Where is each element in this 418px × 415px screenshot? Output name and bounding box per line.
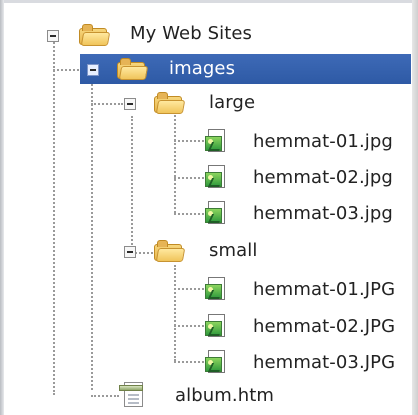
tree-label: images [169, 58, 236, 79]
tree-row-album-htm[interactable]: album.htm [116, 379, 296, 415]
tree-branch-album [91, 395, 119, 397]
image-file-icon [205, 277, 227, 302]
tree-row-large-file-1[interactable]: hemmat-01.jpg [200, 124, 405, 160]
html-file-icon [119, 381, 145, 409]
tree-row-small-file-1[interactable]: hemmat-01.JPG [200, 272, 410, 308]
tree-label: small [209, 240, 258, 261]
tree-label: hemmat-02.JPG [253, 316, 396, 337]
top-border [0, 0, 418, 3]
tree-row-images-selected[interactable]: images [80, 54, 411, 84]
folder-icon [154, 239, 186, 263]
collapse-images-toggle[interactable] [87, 64, 99, 76]
tree-label: album.htm [175, 385, 275, 406]
image-file-icon [205, 165, 227, 190]
image-file-icon [205, 350, 227, 375]
folder-icon [117, 57, 149, 81]
tree-label: hemmat-01.JPG [253, 279, 396, 300]
tree-label: My Web Sites [130, 23, 253, 44]
tree-line-large-files [174, 115, 176, 213]
folder-icon [79, 23, 111, 47]
tree-row-small-file-3[interactable]: hemmat-03.JPG [200, 345, 410, 381]
tree-label: large [209, 92, 256, 113]
file-tree: My Web Sites images large hemmat-01.jpg … [0, 0, 418, 415]
tree-row-small-file-2[interactable]: hemmat-02.JPG [200, 309, 410, 345]
left-border [0, 0, 4, 415]
tree-row-large-file-2[interactable]: hemmat-02.jpg [200, 160, 405, 196]
image-file-icon [205, 314, 227, 339]
collapse-my-web-sites-toggle[interactable] [47, 30, 59, 42]
tree-line-images-children [131, 116, 133, 252]
right-border [412, 0, 418, 415]
tree-label: hemmat-02.jpg [253, 167, 393, 188]
tree-line-small-files [174, 265, 176, 361]
collapse-small-toggle[interactable] [124, 246, 136, 258]
tree-label: hemmat-03.jpg [253, 203, 393, 224]
image-file-icon [205, 129, 227, 154]
tree-row-small[interactable]: small [118, 236, 298, 272]
tree-row-large-file-3[interactable]: hemmat-03.jpg [200, 196, 405, 232]
tree-line-images [91, 72, 93, 390]
tree-branch-images [53, 69, 83, 71]
tree-label: hemmat-01.jpg [253, 131, 393, 152]
collapse-large-toggle[interactable] [124, 98, 136, 110]
tree-row-large[interactable]: large [118, 88, 298, 124]
tree-label: hemmat-03.JPG [253, 352, 396, 373]
tree-row-my-web-sites[interactable]: My Web Sites [40, 18, 300, 54]
image-file-icon [205, 201, 227, 226]
tree-line-root [53, 31, 55, 395]
folder-icon [154, 91, 186, 115]
